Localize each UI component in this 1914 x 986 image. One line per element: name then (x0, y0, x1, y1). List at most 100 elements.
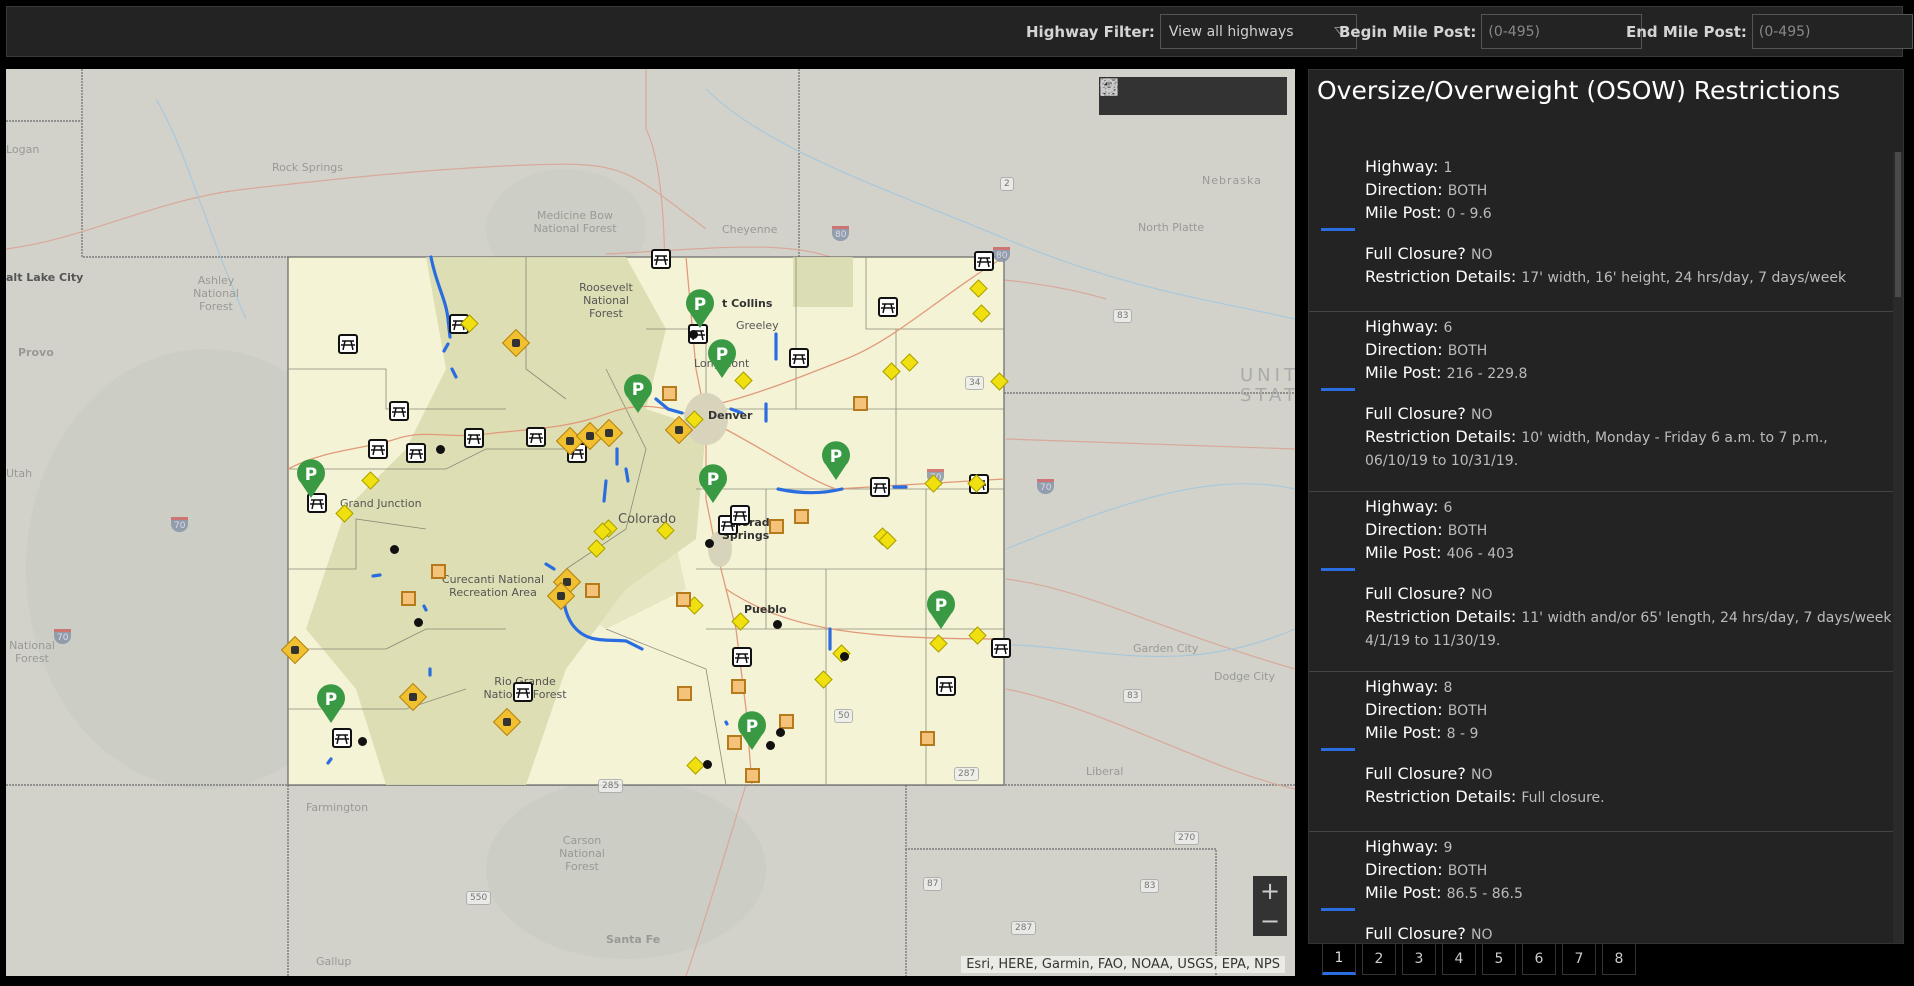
zoom-out-button[interactable]: − (1253, 906, 1287, 936)
page-button[interactable]: 3 (1402, 943, 1436, 975)
parking-pin-icon[interactable]: P (926, 590, 956, 630)
field-value: 86.5 - 86.5 (1446, 886, 1523, 902)
parking-pin-icon[interactable]: P (623, 374, 653, 414)
rest-area-icon[interactable] (789, 348, 809, 368)
parking-pin-icon[interactable]: P (707, 339, 737, 379)
zoom-in-button[interactable]: + (1253, 876, 1287, 906)
parking-pin-icon[interactable]: P (685, 289, 715, 329)
incident-dot-icon[interactable] (414, 618, 423, 627)
field-label: Mile Post: (1365, 203, 1442, 222)
incident-dot-icon[interactable] (773, 620, 782, 629)
svg-text:P: P (325, 690, 337, 710)
rest-area-icon[interactable] (332, 728, 352, 748)
restriction-list-item[interactable]: Highway: 9 Direction: BOTH Mile Post: 86.5… (1309, 832, 1894, 943)
highway-filter-value: View all highways (1168, 23, 1294, 40)
rest-area-icon[interactable] (974, 251, 994, 271)
construction-square-icon[interactable] (779, 714, 794, 729)
rest-area-icon[interactable] (338, 334, 358, 354)
incident-dot-icon[interactable] (436, 445, 445, 454)
page-button[interactable]: 5 (1482, 943, 1516, 975)
end-mile-post-input[interactable] (1751, 14, 1913, 49)
incident-dot-icon[interactable] (358, 737, 367, 746)
field-value: 6 (1443, 320, 1453, 336)
field-direction: Direction: BOTH (1365, 859, 1894, 882)
construction-square-icon[interactable] (727, 735, 742, 750)
page-button[interactable]: 7 (1562, 943, 1596, 975)
legend-button[interactable] (1101, 77, 1211, 115)
parking-pin-icon[interactable]: P (821, 441, 851, 481)
restriction-line-symbol (1321, 568, 1355, 571)
page-button[interactable]: 2 (1362, 943, 1396, 975)
field-mile-post: Mile Post: 8 - 9 (1365, 722, 1894, 745)
restriction-list-item[interactable]: Highway: 8 Direction: BOTH Mile Post: 8 - … (1309, 672, 1894, 832)
map-view[interactable]: Logan Rock Springs Medicine Bow National… (6, 69, 1295, 976)
rest-area-icon[interactable] (730, 505, 750, 525)
field-full-closure: Full Closure? NO (1365, 583, 1894, 606)
rest-area-icon[interactable] (651, 249, 671, 269)
restriction-list-item[interactable]: Highway: 1 Direction: BOTH Mile Post: 0 - … (1309, 152, 1894, 312)
map-label-denver: Denver (708, 409, 753, 422)
construction-square-icon[interactable] (676, 592, 691, 607)
rest-area-icon[interactable] (870, 477, 890, 497)
field-value: 8 (1443, 680, 1453, 696)
construction-square-icon[interactable] (853, 396, 868, 411)
map-label-united-states: UNITED STATES (1240, 366, 1295, 406)
restriction-list-item[interactable]: Highway: 6 Direction: BOTH Mile Post: 216 … (1309, 312, 1894, 492)
incident-dot-icon[interactable] (705, 539, 714, 548)
map-label-logan: Logan (6, 143, 40, 156)
page-button[interactable]: 4 (1442, 943, 1476, 975)
restriction-list-item[interactable]: Highway: 6 Direction: BOTH Mile Post: 406 … (1309, 492, 1894, 672)
incident-dot-icon[interactable] (703, 760, 712, 769)
field-label: Restriction Details: (1365, 267, 1517, 286)
field-value: BOTH (1447, 183, 1488, 199)
incident-dot-icon[interactable] (390, 545, 399, 554)
list-scrollbar[interactable] (1893, 152, 1903, 943)
incident-dot-icon[interactable] (776, 728, 785, 737)
construction-square-icon[interactable] (731, 679, 746, 694)
map-label-north-platte: North Platte (1138, 221, 1205, 234)
begin-mile-post-input[interactable] (1481, 14, 1643, 49)
incident-dot-icon[interactable] (689, 330, 698, 339)
construction-square-icon[interactable] (920, 731, 935, 746)
page-button[interactable]: 6 (1522, 943, 1556, 975)
rest-area-icon[interactable] (878, 297, 898, 317)
rest-area-icon[interactable] (368, 439, 388, 459)
construction-square-icon[interactable] (431, 564, 446, 579)
rest-area-icon[interactable] (389, 401, 409, 421)
highway-filter-select[interactable]: View all highways (1159, 14, 1357, 49)
field-value: 17' width, 16' height, 24 hrs/day, 7 day… (1521, 270, 1847, 286)
rest-area-icon[interactable] (936, 676, 956, 696)
field-label: Full Closure? (1365, 244, 1466, 263)
rest-area-icon[interactable] (406, 443, 426, 463)
map-attribution[interactable]: Esri, HERE, Garmin, FAO, NOAA, USGS, EPA… (961, 956, 1285, 973)
construction-square-icon[interactable] (677, 686, 692, 701)
scrollbar-thumb[interactable] (1895, 152, 1901, 297)
construction-square-icon[interactable] (769, 519, 784, 534)
basemap-gallery-button[interactable] (1100, 77, 1283, 115)
svg-text:P: P (305, 465, 317, 485)
rest-area-icon[interactable] (526, 427, 546, 447)
parking-pin-icon[interactable]: P (698, 464, 728, 504)
construction-square-icon[interactable] (662, 386, 677, 401)
rest-area-icon[interactable] (464, 428, 484, 448)
construction-square-icon[interactable] (585, 583, 600, 598)
rest-area-icon[interactable] (513, 682, 533, 702)
layers-button[interactable] (1099, 77, 1247, 115)
page-button[interactable]: 8 (1602, 943, 1636, 975)
incident-dot-icon[interactable] (840, 652, 849, 661)
parking-pin-icon[interactable]: P (316, 684, 346, 724)
home-button[interactable] (1101, 77, 1175, 115)
incident-dot-icon[interactable] (766, 741, 775, 750)
parking-pin-icon[interactable]: P (296, 459, 326, 499)
page-button[interactable]: 1 (1322, 943, 1356, 975)
rest-area-icon[interactable] (991, 638, 1011, 658)
field-value: Full closure. (1521, 790, 1605, 806)
construction-square-icon[interactable] (745, 768, 760, 783)
construction-square-icon[interactable] (401, 591, 416, 606)
us-route-shield: 87 (923, 877, 943, 891)
rest-area-icon[interactable] (732, 647, 752, 667)
map-label-nebraska: Nebraska (1202, 174, 1262, 187)
construction-square-icon[interactable] (794, 509, 809, 524)
field-value: 216 - 229.8 (1446, 366, 1528, 382)
restrictions-list[interactable]: Highway: 1 Direction: BOTH Mile Post: 0 - … (1309, 152, 1894, 943)
